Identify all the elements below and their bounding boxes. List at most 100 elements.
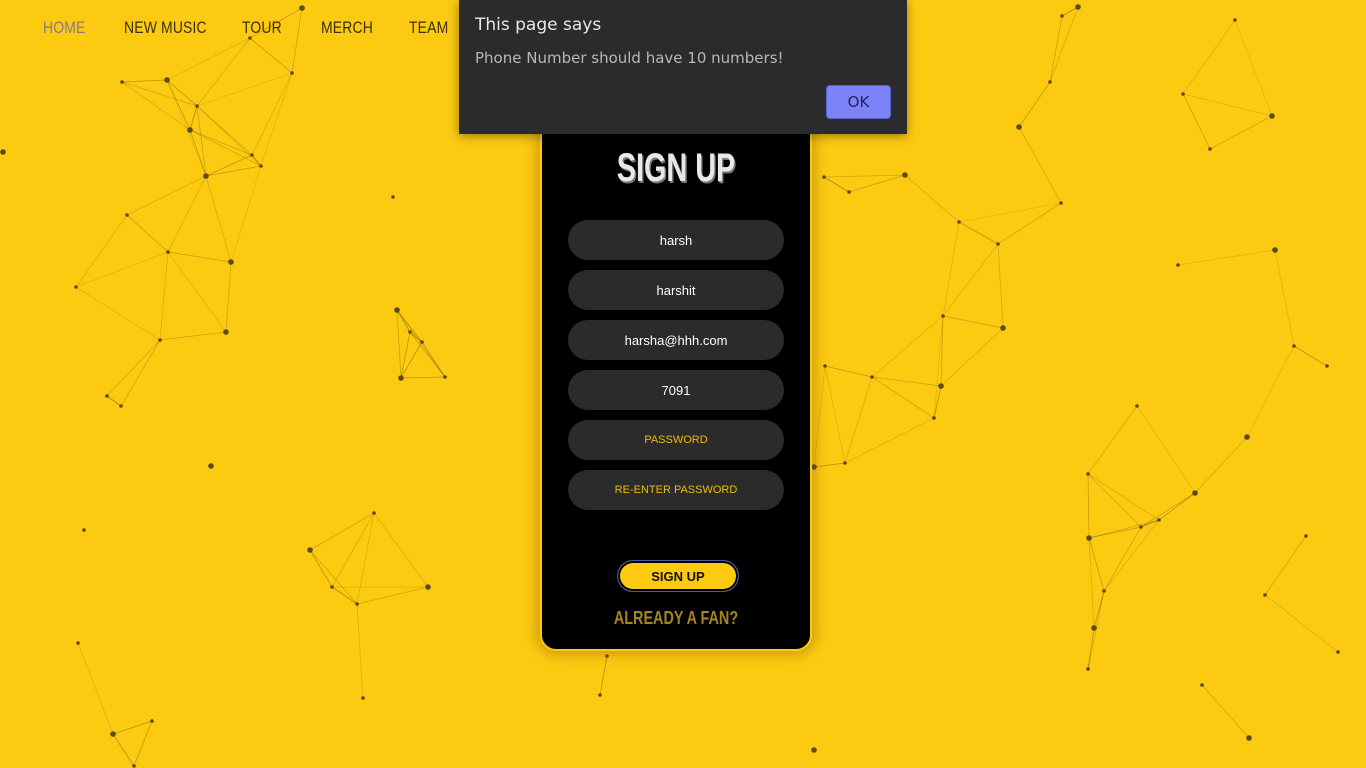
network-line <box>1293 345 1328 367</box>
network-dot <box>1304 534 1308 538</box>
network-dot <box>398 375 404 381</box>
network-line <box>121 81 198 107</box>
network-dot <box>1139 525 1143 529</box>
network-dot <box>598 693 602 697</box>
network-dot <box>150 719 154 723</box>
network-dot <box>223 329 229 335</box>
network-dot <box>1059 201 1063 205</box>
network-line <box>942 221 960 317</box>
network-dot <box>1269 113 1275 119</box>
network-line <box>871 376 942 387</box>
network-dot <box>1086 667 1090 671</box>
first-name-input[interactable] <box>568 220 784 260</box>
network-dot <box>187 127 193 133</box>
network-line <box>844 376 873 464</box>
network-line <box>166 37 251 81</box>
nav-team-link[interactable]: Team <box>409 18 448 38</box>
network-line <box>409 331 423 343</box>
network-line <box>1274 249 1295 347</box>
dialog-ok-button[interactable]: OK <box>826 85 891 119</box>
network-dot <box>996 242 1000 246</box>
network-line <box>205 175 232 263</box>
network-line <box>599 655 608 696</box>
dialog-title: This page says <box>475 15 602 35</box>
network-line <box>196 72 293 107</box>
network-dot <box>1208 147 1212 151</box>
network-line <box>106 395 122 407</box>
network-line <box>1103 519 1160 592</box>
network-line <box>848 174 906 193</box>
network-line <box>844 417 935 464</box>
network-dot <box>391 195 395 199</box>
email-input[interactable] <box>568 320 784 360</box>
network-dot <box>203 173 209 179</box>
network-dot <box>847 190 851 194</box>
network-line <box>1087 473 1160 521</box>
network-dot <box>938 383 944 389</box>
network-dot <box>902 172 908 178</box>
network-dot <box>1272 247 1278 253</box>
network-dot <box>425 584 431 590</box>
network-dot <box>420 340 424 344</box>
password-input[interactable] <box>568 420 784 460</box>
network-dot <box>1048 80 1052 84</box>
network-dot <box>1176 263 1180 267</box>
network-line <box>260 72 293 167</box>
network-dot <box>870 375 874 379</box>
network-dot <box>1075 4 1081 10</box>
network-line <box>120 339 161 407</box>
network-dot <box>1336 650 1340 654</box>
network-dot <box>822 175 826 179</box>
network-line <box>356 512 375 605</box>
network-line <box>1140 492 1196 528</box>
network-dot <box>158 338 162 342</box>
network-dot <box>166 250 170 254</box>
network-line <box>1264 535 1307 596</box>
network-line <box>824 365 873 378</box>
network-line <box>159 331 227 341</box>
reenter-password-input[interactable] <box>568 470 784 510</box>
network-line <box>409 331 446 378</box>
nav-merch-link[interactable]: Merch <box>321 18 373 38</box>
network-line <box>421 341 446 378</box>
network-line <box>1136 405 1196 494</box>
nav-tour-link[interactable]: Tour <box>242 18 282 38</box>
network-line <box>225 261 232 333</box>
network-dot <box>208 463 214 469</box>
network-line <box>205 154 253 177</box>
network-line <box>1182 93 1211 150</box>
nav-new-music-link[interactable]: New Music <box>124 18 207 38</box>
network-dot <box>941 314 945 318</box>
network-dot <box>443 375 447 379</box>
network-line <box>904 174 960 223</box>
nav-home-link[interactable]: Home <box>43 18 85 38</box>
last-name-input[interactable] <box>568 270 784 310</box>
network-line <box>121 81 191 131</box>
network-line <box>75 251 169 288</box>
network-dot <box>195 104 199 108</box>
network-dot <box>307 547 313 553</box>
network-line <box>230 165 262 263</box>
network-line <box>251 72 293 156</box>
network-dot <box>823 364 827 368</box>
network-line <box>331 512 375 588</box>
network-line <box>1087 405 1138 475</box>
network-line <box>167 251 232 263</box>
network-dot <box>164 77 170 83</box>
network-dot <box>1233 18 1237 22</box>
network-line <box>942 243 999 317</box>
network-dot <box>1086 472 1090 476</box>
dialog-message: Phone Number should have 10 numbers! <box>475 49 784 67</box>
network-dot <box>1325 364 1329 368</box>
phone-input[interactable] <box>568 370 784 410</box>
network-dot <box>0 149 6 155</box>
network-line <box>166 79 198 107</box>
network-line <box>167 175 207 253</box>
already-fan-link[interactable]: Already a fan? <box>569 608 783 629</box>
network-dot <box>355 602 359 606</box>
network-line <box>112 733 135 767</box>
network-line <box>159 251 169 341</box>
network-line <box>871 315 944 378</box>
network-dot <box>811 464 817 470</box>
signup-button[interactable]: Sign Up <box>617 560 739 592</box>
